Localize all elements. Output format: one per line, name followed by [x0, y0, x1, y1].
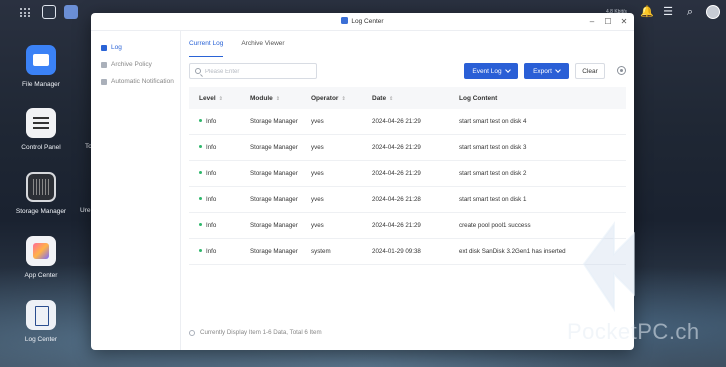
window-titlebar[interactable]: Log Center – ☐ ✕: [91, 13, 634, 31]
taskbar-app-icon[interactable]: [42, 5, 56, 19]
desktop-icon-label-partial: Ure: [80, 207, 91, 214]
avatar[interactable]: [706, 5, 720, 19]
info-status-dot: [199, 145, 202, 148]
app-center-icon: [26, 236, 56, 266]
desktop-icon-log-center[interactable]: Log Center: [1, 300, 81, 343]
archive-icon: [101, 61, 107, 68]
table-row[interactable]: Info Storage Manager yves 2024-04-26 21:…: [189, 187, 626, 213]
maximize-button[interactable]: ☐: [604, 16, 612, 28]
column-header-date[interactable]: Date ⇕: [372, 95, 459, 102]
table-row[interactable]: Info Storage Manager yves 2024-04-26 21:…: [189, 161, 626, 187]
notification-icon: [101, 78, 107, 85]
sidebar-item-archive-policy[interactable]: Archive Policy: [91, 56, 180, 73]
log-center-window: Log Center – ☐ ✕ Log Archive Policy Auto…: [91, 13, 634, 350]
log-center-icon: [26, 300, 56, 330]
watermark-text: PocketPC.ch: [567, 319, 700, 344]
info-status-dot: [199, 119, 202, 122]
task-list-icon[interactable]: ☰: [662, 6, 674, 18]
search-icon: [195, 68, 201, 74]
control-panel-icon: [26, 108, 56, 138]
window-title: Log Center: [351, 18, 384, 25]
log-icon: [101, 44, 107, 51]
column-header-module[interactable]: Module ⇕: [250, 95, 311, 102]
table-row[interactable]: Info Storage Manager yves 2024-04-26 21:…: [189, 213, 626, 239]
chevron-down-icon: [504, 66, 511, 73]
log-center-icon: [341, 17, 349, 24]
info-status-dot: [199, 223, 202, 226]
search-input[interactable]: [205, 66, 313, 77]
toolbar: Event Log Export Clear: [189, 63, 626, 79]
sidebar-item-log[interactable]: Log: [91, 39, 180, 56]
refresh-icon[interactable]: [189, 329, 195, 336]
bell-icon[interactable]: 🔔: [640, 6, 654, 18]
info-status-dot: [199, 197, 202, 200]
sidebar-item-automatic-notification[interactable]: Automatic Notification: [91, 73, 180, 90]
sort-icon: ⇕: [218, 95, 223, 102]
table-row[interactable]: Info Storage Manager system 2024-01-29 0…: [189, 239, 626, 265]
sort-icon: ⇕: [275, 95, 280, 102]
tab-current-log[interactable]: Current Log: [189, 31, 224, 57]
gear-icon[interactable]: [617, 66, 626, 75]
export-button[interactable]: Export: [524, 63, 569, 79]
column-header-log-content: Log Content: [459, 94, 498, 102]
column-header-level[interactable]: Level ⇕: [189, 95, 250, 102]
log-table: Level ⇕ Module ⇕ Operator ⇕ Date ⇕ Log Conte…: [189, 87, 626, 265]
sort-icon: ⇕: [389, 95, 394, 102]
desktop-icon-app-center[interactable]: App Center: [1, 236, 81, 279]
chevron-down-icon: [555, 66, 561, 73]
tab-archive-viewer[interactable]: Archive Viewer: [241, 31, 284, 57]
clear-button[interactable]: Clear: [575, 63, 605, 79]
desktop-icon-file-manager[interactable]: File Manager: [1, 45, 81, 88]
event-log-button[interactable]: Event Log: [464, 63, 518, 79]
info-status-dot: [199, 249, 202, 252]
app-grid-icon[interactable]: [20, 8, 30, 18]
main-panel: Current Log Archive Viewer Event Log Exp…: [181, 31, 634, 350]
table-row[interactable]: Info Storage Manager yves 2024-04-26 21:…: [189, 109, 626, 135]
desktop-icon-control-panel[interactable]: Control Panel: [1, 108, 81, 151]
table-header: Level ⇕ Module ⇕ Operator ⇕ Date ⇕ Log Conte…: [189, 87, 626, 109]
tab-bar: Current Log Archive Viewer: [181, 31, 634, 57]
close-button[interactable]: ✕: [620, 16, 628, 28]
sidebar: Log Archive Policy Automatic Notificatio…: [91, 31, 181, 350]
taskbar-log-center-icon[interactable]: [64, 5, 78, 19]
search-box[interactable]: [189, 63, 317, 79]
info-status-dot: [199, 171, 202, 174]
table-footer: Currently Display Item 1-6 Data, Total 6…: [189, 329, 322, 336]
file-manager-icon: [26, 45, 56, 75]
desktop-icon-storage-manager[interactable]: Storage Manager: [1, 172, 81, 215]
pagination-status: Currently Display Item 1-6 Data, Total 6…: [200, 329, 322, 336]
sort-icon: ⇕: [341, 95, 346, 102]
storage-manager-icon: [26, 172, 56, 202]
watermark-logo-icon: [582, 221, 635, 313]
search-icon[interactable]: ⌕: [684, 6, 696, 18]
table-row[interactable]: Info Storage Manager yves 2024-04-26 21:…: [189, 135, 626, 161]
minimize-button[interactable]: –: [588, 16, 596, 28]
column-header-operator[interactable]: Operator ⇕: [311, 95, 372, 102]
